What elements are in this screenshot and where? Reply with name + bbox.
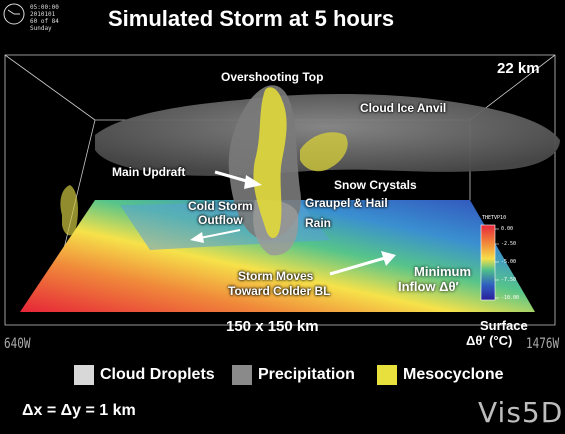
legend-label: Mesocyclone [403, 366, 504, 383]
clock-time: 05:00:00 [30, 4, 59, 11]
colorbar-tick: -7.50 [501, 277, 517, 283]
colorbar-name: THETVP10 [482, 215, 507, 221]
legend-swatch [74, 365, 94, 385]
height-label: 22 km [497, 60, 540, 77]
vis5d-logo: Vis5D [478, 396, 564, 429]
label-inflow: Inflow Δθ′ [398, 279, 459, 294]
colorbar-tick: -5.00 [501, 259, 517, 265]
mesocyclone-left-tower [60, 185, 78, 236]
label-storm-moves: Storm Moves [238, 269, 314, 283]
label-minimum: Minimum [414, 264, 472, 279]
legend-cloud-droplets: Cloud Droplets [74, 365, 215, 385]
label-cold-storm: Cold Storm [188, 199, 253, 213]
surface-units-label: Δθ′ (°C) [466, 333, 513, 348]
clock-date: 2010101 [30, 11, 56, 18]
label-cloud-ice-anvil: Cloud Ice Anvil [360, 101, 447, 115]
legend-swatch [377, 365, 397, 385]
legend-precipitation: Precipitation [232, 365, 355, 385]
legend-swatch [232, 365, 252, 385]
label-snow-crystals: Snow Crystals [334, 178, 417, 192]
legend-label: Cloud Droplets [100, 366, 215, 383]
clock-icon [3, 3, 25, 25]
label-toward-colder-bl: Toward Colder BL [228, 284, 331, 298]
label-graupel-hail: Graupel & Hail [305, 196, 388, 210]
colorbar-tick: 0.00 [501, 226, 514, 232]
resolution-label: Δx = Δy = 1 km [22, 402, 136, 419]
label-rain: Rain [305, 216, 332, 230]
colorbar-tick: -2.50 [501, 241, 517, 247]
page-title: Simulated Storm at 5 hours [108, 6, 395, 31]
clock-step: 60 of 84 [30, 18, 59, 25]
legend-label: Precipitation [258, 366, 355, 383]
clock-day: Sunday [30, 25, 52, 32]
legend-mesocyclone: Mesocyclone [377, 365, 503, 385]
colorbar-gradient [480, 224, 496, 301]
colorbar-tick: -10.00 [501, 295, 520, 301]
surface-label: Surface [480, 318, 528, 333]
label-overshooting-top: Overshooting Top [221, 70, 324, 84]
corner-coordinate-right: 1476W [526, 335, 560, 352]
label-outflow: Outflow [198, 213, 243, 227]
domain-size-label: 150 x 150 km [226, 318, 319, 335]
label-main-updraft: Main Updraft [112, 165, 186, 179]
corner-coordinate-left: 640W [4, 335, 31, 352]
